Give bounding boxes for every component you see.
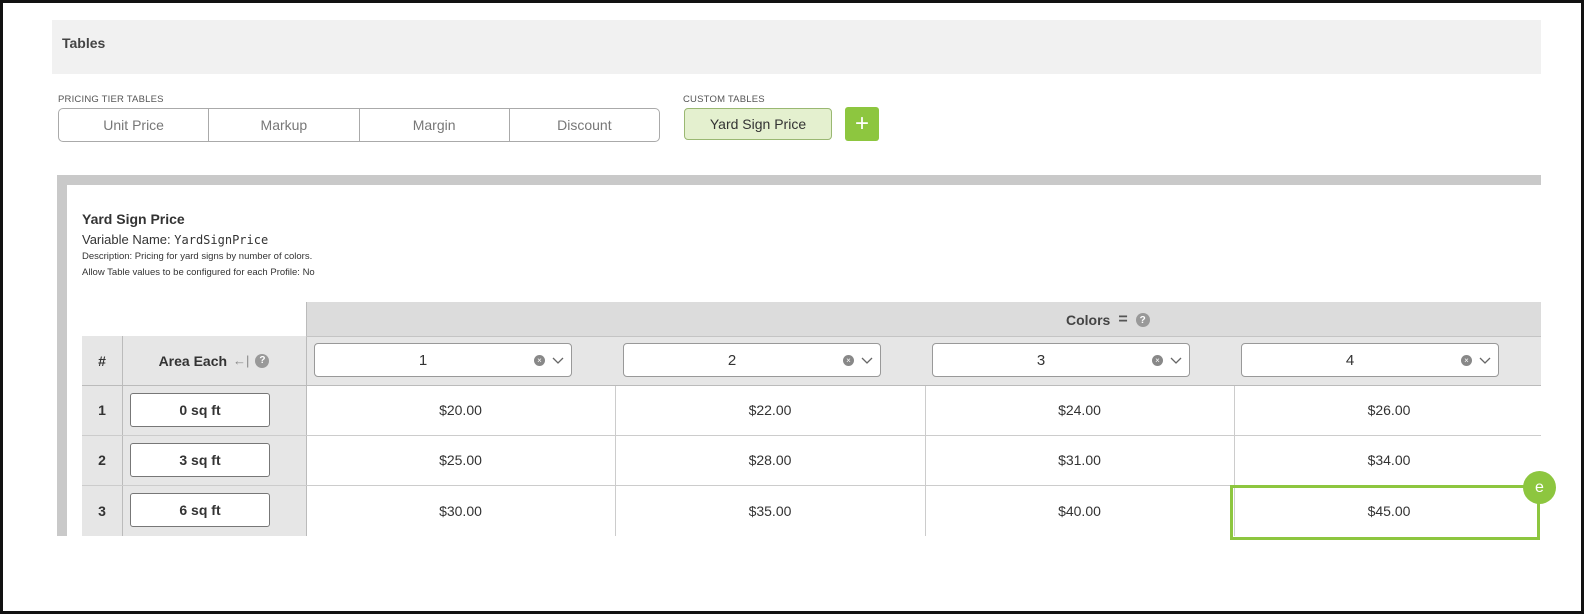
column-value: 1	[418, 352, 428, 369]
table-title: Yard Sign Price	[82, 211, 185, 227]
annotation-badge: e	[1523, 471, 1556, 504]
equals-icon[interactable]: =	[1118, 311, 1127, 329]
price-cell[interactable]: $20.00	[306, 385, 615, 435]
tier-markup-button[interactable]: Markup	[209, 109, 360, 141]
price-cell[interactable]: $34.00	[1234, 435, 1541, 485]
grid-line	[306, 302, 307, 536]
price-cell[interactable]: $35.00	[615, 485, 925, 536]
clear-icon[interactable]: ×	[1152, 355, 1163, 366]
help-icon[interactable]: ?	[1135, 313, 1150, 327]
chevron-down-icon[interactable]	[1169, 353, 1183, 367]
chevron-down-icon[interactable]	[860, 353, 874, 367]
column-value: 3	[1036, 352, 1046, 369]
price-cell[interactable]: $25.00	[306, 435, 615, 485]
area-each-header: Area Each ←| ?	[122, 336, 306, 385]
colors-header	[306, 302, 1541, 336]
clear-icon[interactable]: ×	[1461, 355, 1472, 366]
price-cell[interactable]: $22.00	[615, 385, 925, 435]
section-title: Tables	[62, 35, 106, 51]
row-number: 3	[82, 485, 122, 536]
column-value: 2	[727, 352, 737, 369]
price-cell[interactable]: $40.00	[925, 485, 1234, 536]
price-cell[interactable]: $24.00	[925, 385, 1234, 435]
price-cell[interactable]: $31.00	[925, 435, 1234, 485]
tier-discount-button[interactable]: Discount	[510, 109, 659, 141]
section-header: Tables	[52, 20, 1541, 74]
pricing-tier-group: Unit Price Markup Margin Discount	[58, 108, 660, 142]
collapse-left-icon[interactable]: ←|	[233, 353, 249, 368]
price-cell[interactable]: $45.00	[1234, 485, 1541, 536]
chevron-down-icon[interactable]	[551, 353, 565, 367]
grid-line	[82, 385, 1541, 386]
colors-header-label: Colors = ?	[1066, 311, 1150, 329]
colors-header-text: Colors	[1066, 312, 1111, 328]
column-value: 4	[1345, 352, 1355, 369]
color-column-select-3[interactable]: 3 ×	[932, 343, 1190, 377]
row-number: 2	[82, 435, 122, 485]
clear-icon[interactable]: ×	[534, 355, 545, 366]
grid-line	[82, 485, 1541, 486]
variable-name-line: Variable Name: YardSignPrice	[82, 232, 268, 247]
row-number: 1	[82, 385, 122, 435]
plus-icon: +	[854, 110, 869, 137]
table-description: Description: Pricing for yard signs by n…	[82, 251, 313, 262]
add-table-button[interactable]: +	[845, 107, 879, 141]
price-cell[interactable]: $28.00	[615, 435, 925, 485]
price-cell[interactable]: $30.00	[306, 485, 615, 536]
allow-profile-line: Allow Table values to be configured for …	[82, 267, 315, 278]
clear-icon[interactable]: ×	[843, 355, 854, 366]
variable-name-label: Variable Name:	[82, 232, 171, 247]
row-number-header: #	[82, 336, 122, 385]
table-card: Yard Sign Price Variable Name: YardSignP…	[67, 185, 1541, 536]
pricing-tier-label: PRICING TIER TABLES	[58, 94, 164, 105]
grid-line	[615, 385, 616, 536]
area-input[interactable]: 0 sq ft	[130, 393, 270, 427]
grid-line	[306, 336, 1541, 337]
tier-margin-button[interactable]: Margin	[360, 109, 510, 141]
color-column-select-1[interactable]: 1 ×	[314, 343, 572, 377]
color-column-select-2[interactable]: 2 ×	[623, 343, 881, 377]
grid-line	[82, 435, 1541, 436]
grid-corner	[82, 302, 306, 336]
help-icon[interactable]: ?	[255, 353, 270, 368]
color-column-select-4[interactable]: 4 ×	[1241, 343, 1499, 377]
area-each-label: Area Each	[158, 352, 228, 369]
yard-sign-price-button[interactable]: Yard Sign Price	[684, 108, 832, 140]
variable-name-value: YardSignPrice	[174, 233, 269, 247]
grid-line	[925, 385, 926, 536]
area-input[interactable]: 6 sq ft	[130, 493, 270, 527]
grid-line	[1234, 385, 1235, 536]
price-cell[interactable]: $26.00	[1234, 385, 1541, 435]
chevron-down-icon[interactable]	[1478, 353, 1492, 367]
area-input[interactable]: 3 sq ft	[130, 443, 270, 477]
grid-line	[122, 336, 123, 536]
custom-tables-label: CUSTOM TABLES	[683, 94, 765, 105]
tier-unit-price-button[interactable]: Unit Price	[59, 109, 210, 141]
